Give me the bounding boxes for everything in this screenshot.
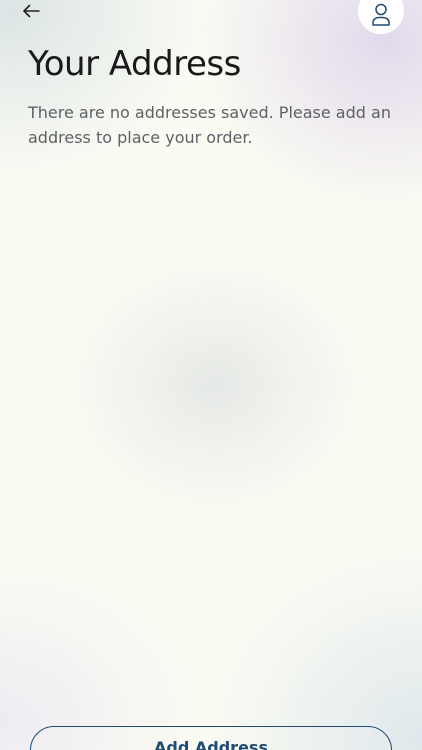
- add-address-button[interactable]: Add Address: [30, 726, 392, 750]
- back-arrow-icon: [22, 3, 40, 22]
- add-address-label: Add Address: [154, 738, 268, 750]
- profile-button[interactable]: [358, 0, 404, 34]
- page-title: Your Address: [28, 44, 241, 84]
- empty-state-message: There are no addresses saved. Please add…: [28, 103, 391, 147]
- back-button[interactable]: [16, 0, 46, 24]
- user-profile-icon: [371, 3, 391, 31]
